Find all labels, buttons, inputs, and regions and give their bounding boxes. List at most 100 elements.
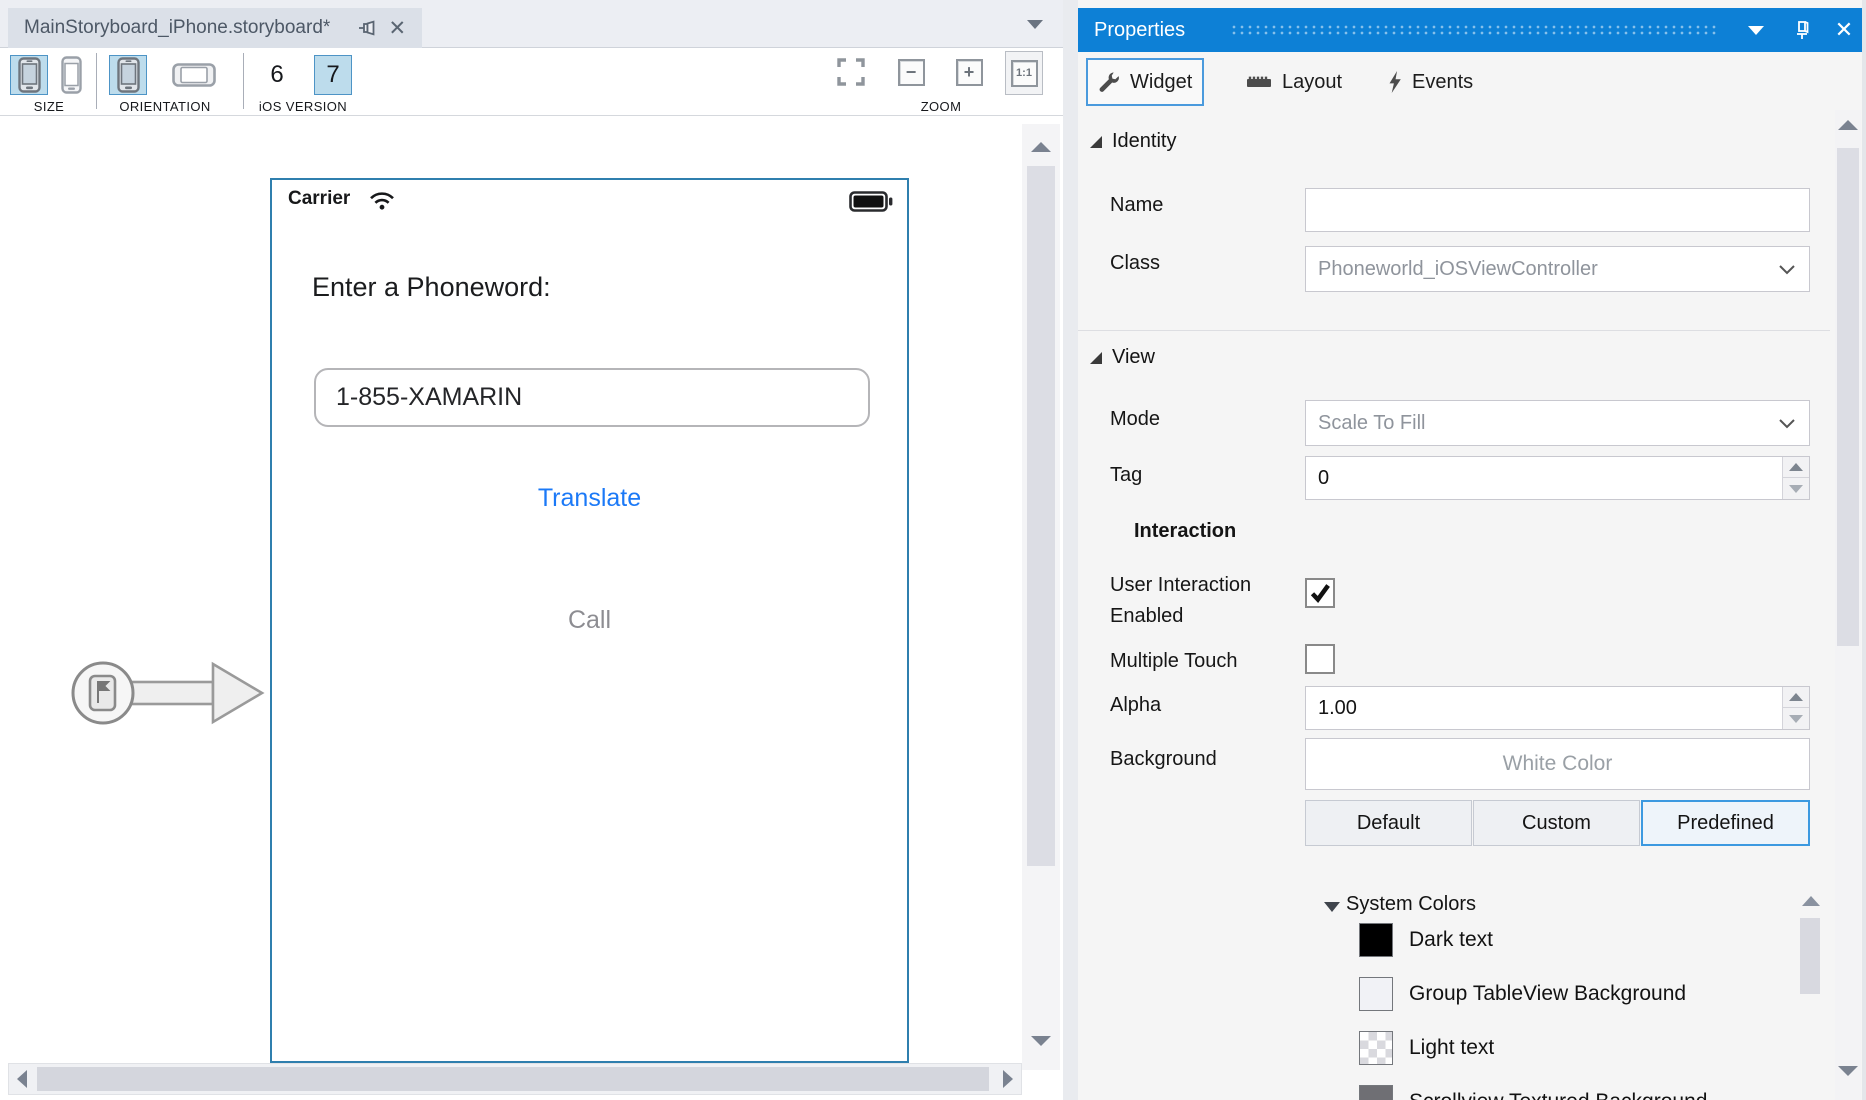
background-default-button[interactable]: Default [1305, 800, 1472, 846]
color-list-scrollbar-thumb[interactable] [1800, 918, 1820, 994]
battery-icon [849, 191, 893, 217]
scene-entry-arrow[interactable] [63, 652, 267, 745]
tag-label: Tag [1110, 464, 1142, 487]
color-item-dark-text[interactable]: Dark text [1359, 923, 1799, 957]
wifi-icon [369, 191, 395, 216]
status-bar: Carrier [272, 180, 907, 224]
tab-events[interactable]: Events [1378, 58, 1483, 106]
orientation-landscape-button[interactable] [168, 55, 220, 95]
spin-down-button[interactable] [1783, 708, 1809, 729]
multiple-touch-checkbox[interactable] [1305, 644, 1335, 674]
zoom-actual-size-button[interactable]: 1:1 [1005, 51, 1043, 95]
alpha-label: Alpha [1110, 694, 1161, 717]
user-interaction-label: User Interaction Enabled [1110, 570, 1290, 632]
phone-small-icon [18, 57, 41, 93]
editor-pane: MainStoryboard_iPhone.storyboard* ✕ SIZE [0, 0, 1063, 1100]
class-label: Class [1110, 252, 1160, 275]
system-colors-header[interactable]: System Colors [1346, 893, 1476, 916]
scroll-down-icon[interactable] [1031, 1036, 1051, 1046]
plus-icon: + [956, 59, 983, 86]
call-button[interactable]: Call [272, 606, 907, 635]
spin-down-button[interactable] [1783, 478, 1809, 499]
color-item-group-tableview-background[interactable]: Group TableView Background [1359, 977, 1799, 1011]
interaction-header: Interaction [1134, 520, 1236, 543]
scrollbar-thumb[interactable] [37, 1067, 989, 1091]
zoom-label: ZOOM [921, 99, 962, 114]
color-item-light-text[interactable]: Light text [1359, 1031, 1799, 1065]
pane-splitter[interactable] [1063, 0, 1078, 1100]
size-small-button[interactable] [10, 55, 48, 95]
tab-storyboard[interactable]: MainStoryboard_iPhone.storyboard* ✕ [8, 8, 422, 48]
color-swatch [1359, 923, 1393, 957]
scroll-down-icon[interactable] [1838, 1066, 1858, 1076]
pin-icon[interactable] [356, 17, 378, 39]
tab-label: Layout [1282, 71, 1342, 94]
background-predefined-button[interactable]: Predefined [1641, 800, 1810, 846]
phoneword-textfield[interactable] [314, 368, 870, 427]
spin-up-button[interactable] [1783, 687, 1809, 708]
identity-expander-icon[interactable] [1090, 136, 1102, 148]
phone-portrait-icon [117, 57, 140, 93]
properties-panel: Properties ✕ Widget Layout [1078, 0, 1866, 1100]
zoom-fit-button[interactable] [836, 57, 866, 87]
translate-button[interactable]: Translate [272, 484, 907, 513]
scroll-right-icon[interactable] [1003, 1070, 1013, 1088]
tag-input[interactable] [1306, 457, 1781, 499]
orientation-portrait-button[interactable] [109, 55, 147, 95]
scroll-up-icon[interactable] [1031, 142, 1051, 152]
tab-layout[interactable]: Layout [1236, 58, 1352, 106]
color-item-scrollview-textured-background[interactable]: Scrollview Textured Background [1359, 1085, 1799, 1100]
tab-list-dropdown-icon[interactable] [1027, 20, 1043, 29]
alpha-input[interactable] [1306, 687, 1781, 729]
spin-up-button[interactable] [1783, 457, 1809, 478]
design-vertical-scrollbar[interactable] [1022, 124, 1060, 1070]
lightning-icon [1388, 71, 1402, 93]
view-expander-icon[interactable] [1090, 352, 1102, 364]
carrier-label: Carrier [288, 188, 350, 210]
ios6-button[interactable]: 6 [258, 55, 296, 95]
ios7-button[interactable]: 7 [314, 55, 352, 95]
size-large-button[interactable] [52, 55, 90, 95]
window-menu-icon[interactable] [1738, 8, 1774, 52]
phoneword-prompt-label[interactable]: Enter a Phoneword: [312, 272, 551, 303]
class-combobox[interactable]: Phoneworld_iOSViewController [1305, 246, 1810, 292]
design-horizontal-scrollbar[interactable] [8, 1063, 1022, 1095]
pin-icon[interactable] [1784, 8, 1820, 52]
iphone-design-canvas[interactable]: Carrier Enter a Phoneword: Translate Cal… [270, 178, 909, 1063]
minus-icon: − [898, 59, 925, 86]
zoom-out-button[interactable]: − [896, 57, 926, 87]
drag-grip [1230, 24, 1718, 36]
scrollbar-thumb[interactable] [1837, 148, 1859, 646]
color-swatch [1359, 1031, 1393, 1065]
scroll-left-icon[interactable] [17, 1070, 27, 1088]
user-interaction-checkbox[interactable] [1305, 578, 1335, 608]
fit-to-screen-icon [837, 58, 865, 86]
background-color-well[interactable]: White Color [1305, 738, 1810, 790]
name-input[interactable] [1305, 188, 1810, 232]
close-icon[interactable]: ✕ [1826, 8, 1862, 52]
view-header[interactable]: View [1112, 346, 1155, 369]
design-surface: Carrier Enter a Phoneword: Translate Cal… [0, 116, 1063, 1100]
toolbar-separator [96, 53, 97, 109]
identity-header[interactable]: Identity [1112, 130, 1176, 153]
wrench-icon [1098, 71, 1120, 93]
properties-tabs: Widget Layout Events [1078, 56, 1866, 108]
background-custom-button[interactable]: Custom [1473, 800, 1640, 846]
color-swatch [1359, 1085, 1393, 1100]
system-colors-expander-icon[interactable] [1324, 902, 1340, 912]
tab-strip: MainStoryboard_iPhone.storyboard* ✕ [0, 0, 1063, 48]
scroll-up-icon[interactable] [1838, 120, 1858, 130]
zoom-in-button[interactable]: + [954, 57, 984, 87]
multiple-touch-label: Multiple Touch [1110, 650, 1237, 673]
tab-widget[interactable]: Widget [1086, 58, 1204, 106]
mode-combobox[interactable]: Scale To Fill [1305, 400, 1810, 446]
chevron-down-icon [1779, 258, 1795, 281]
scrollbar-thumb[interactable] [1027, 166, 1055, 866]
properties-scrollbar[interactable] [1835, 110, 1861, 1100]
color-swatch [1359, 977, 1393, 1011]
color-list-scroll-up-icon[interactable] [1802, 896, 1820, 906]
properties-titlebar[interactable]: Properties ✕ [1078, 8, 1866, 52]
tab-title: MainStoryboard_iPhone.storyboard* [24, 17, 330, 39]
phone-tall-icon [61, 56, 82, 94]
close-icon[interactable]: ✕ [386, 17, 408, 39]
